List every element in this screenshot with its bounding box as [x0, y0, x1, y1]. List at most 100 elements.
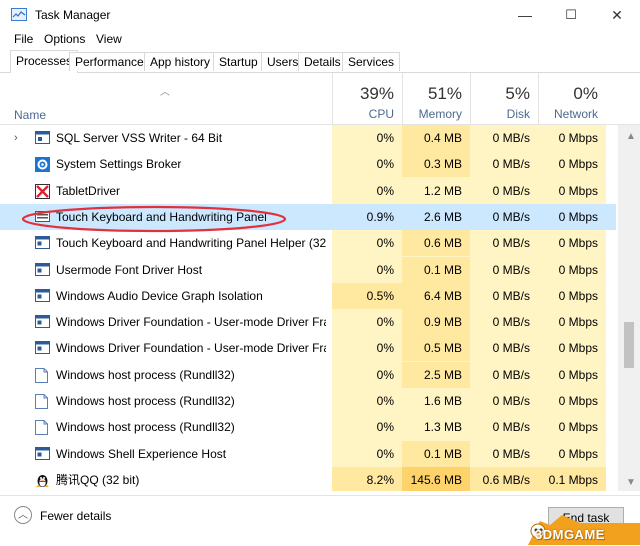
scroll-down-icon[interactable]: ▼: [626, 477, 636, 488]
tab-performance[interactable]: Performance: [69, 52, 150, 71]
process-network-value: 0 Mbps: [558, 183, 598, 198]
process-memory-value: 2.6 MB: [402, 203, 470, 230]
process-row[interactable]: Windows host process (Rundll32) 0% 1.6 MB 0…: [0, 388, 616, 414]
cpu-label: CPU: [368, 107, 394, 121]
close-button[interactable]: ✕: [594, 0, 640, 30]
process-cpu-value: 0%: [376, 394, 394, 408]
process-disk-value: 0 MB/s: [470, 203, 538, 230]
process-memory-value: 6.4 MB: [402, 282, 470, 309]
header-disk[interactable]: 5% Disk: [470, 73, 538, 124]
process-name: Windows host process (Rundll32): [56, 394, 235, 408]
process-disk-value: 0 MB/s: [492, 394, 530, 408]
process-memory-value: 0.4 MB: [402, 125, 470, 151]
process-name: TabletDriver: [56, 183, 121, 198]
process-disk-value: 0 MB/s: [492, 288, 530, 303]
process-memory-value: 0.1 MB: [402, 256, 470, 283]
tab-app-history[interactable]: App history: [144, 52, 217, 71]
process-cpu-value: 0.9%: [332, 203, 402, 230]
process-disk-value: 0 MB/s: [492, 131, 530, 145]
process-cpu-value: 0%: [376, 183, 394, 198]
process-disk-value: 0.6 MB/s: [470, 466, 538, 491]
process-network-value: 0 Mbps: [558, 367, 598, 382]
menu-options[interactable]: Options: [44, 32, 85, 46]
window-icon: [35, 288, 50, 302]
process-cpu-value: 0.5%: [332, 282, 402, 309]
process-network-value: 0 Mbps: [558, 315, 598, 330]
gear-icon: [35, 157, 50, 173]
process-row[interactable]: TabletDriver 0% 1.2 MB 0 MB/s 0 Mbps: [0, 178, 616, 204]
scrollbar-thumb[interactable]: [624, 322, 634, 368]
process-network-value: 0.1 Mbps: [538, 466, 606, 491]
process-memory-value: 0.5 MB: [402, 335, 470, 362]
process-disk-value: 0 MB/s: [492, 236, 530, 251]
watermark-text: 3DMGAME: [535, 527, 605, 542]
minimize-button[interactable]: —: [502, 0, 548, 30]
process-row[interactable]: Windows Shell Experience Host 0% 0.1 MB 0 M…: [0, 440, 616, 467]
disk-total: 5%: [505, 84, 530, 103]
scroll-up-icon[interactable]: ▲: [626, 131, 636, 142]
window-icon: [35, 446, 50, 460]
process-row[interactable]: Windows Audio Device Graph Isolation 0.5%…: [0, 282, 616, 309]
process-disk-value: 0 MB/s: [492, 183, 530, 198]
disk-label: Disk: [506, 107, 530, 121]
process-name: 腾讯QQ (32 bit): [56, 472, 140, 487]
process-row[interactable]: Windows host process (Rundll32) 0% 2.5 MB 0…: [0, 361, 616, 388]
process-disk-value: 0 MB/s: [492, 157, 530, 172]
tablet-driver-icon: [35, 183, 50, 199]
document-icon: [35, 420, 50, 436]
tab-processes[interactable]: Processes: [10, 50, 79, 73]
process-name: Touch Keyboard and Handwriting Panel Hel…: [56, 236, 326, 251]
process-row[interactable]: Windows host process (Rundll32) 0% 1.3 MB 0…: [0, 414, 616, 440]
fewer-details-link[interactable]: Fewer details: [40, 509, 111, 523]
memory-label: Memory: [418, 107, 462, 121]
process-network-value: 0 Mbps: [558, 236, 598, 251]
process-name: SQL Server VSS Writer - 64 Bit: [56, 131, 223, 145]
chevron-up-icon[interactable]: ︿: [14, 506, 32, 524]
menu-file[interactable]: File: [14, 32, 33, 46]
process-row[interactable]: System Settings Broker 0% 0.3 MB 0 MB/s 0 Mb…: [0, 151, 616, 178]
tab-services[interactable]: Services: [342, 52, 401, 71]
header-name[interactable]: Name: [14, 108, 46, 122]
menu-view[interactable]: View: [96, 32, 122, 46]
process-memory-value: 0.9 MB: [402, 309, 470, 336]
process-row[interactable]: › SQL Server VSS Writer - 64 Bit 0% 0.4 MB 0…: [0, 125, 616, 151]
process-disk-value: 0 MB/s: [492, 262, 530, 277]
window-icon: [35, 262, 50, 276]
process-name: Usermode Font Driver Host: [56, 262, 203, 277]
process-row[interactable]: 腾讯QQ (32 bit) 8.2% 145.6 MB 0.6 MB/s 0.1 Mbp…: [0, 466, 616, 491]
tab-startup[interactable]: Startup: [213, 52, 264, 71]
window-icon: [35, 236, 50, 250]
memory-total: 51%: [427, 84, 462, 103]
process-row[interactable]: Windows Driver Foundation - User-mode Dr…: [0, 309, 616, 336]
scrollbar[interactable]: [618, 125, 640, 491]
process-memory-value: 0.6 MB: [402, 230, 470, 257]
process-name: System Settings Broker: [56, 157, 182, 172]
process-memory-value: 1.3 MB: [423, 420, 462, 435]
tab-strip: Processes Performance App history Startu…: [0, 50, 640, 73]
header-cpu[interactable]: 39% CPU: [332, 73, 402, 124]
expand-chevron-icon[interactable]: ›: [14, 125, 18, 151]
process-network-value: 0 Mbps: [558, 420, 598, 435]
network-total: 0%: [573, 84, 598, 103]
document-icon: [35, 367, 50, 383]
header-memory[interactable]: 51% Memory: [402, 73, 470, 124]
process-name: Windows Driver Foundation - User-mode Dr…: [56, 315, 326, 330]
process-network-value: 0 Mbps: [558, 131, 598, 145]
process-network-value: 0 Mbps: [558, 288, 598, 303]
process-row[interactable]: Windows Driver Foundation - User-mode Dr…: [0, 335, 616, 362]
process-disk-value: 0 MB/s: [492, 446, 530, 461]
header-network[interactable]: 0% Network: [538, 73, 606, 124]
sort-caret-icon[interactable]: ︿: [160, 83, 170, 98]
maximize-button[interactable]: ☐: [548, 0, 594, 30]
tab-details[interactable]: Details: [298, 52, 347, 71]
process-row[interactable]: Touch Keyboard and Handwriting Panel Hel…: [0, 230, 616, 257]
process-memory-value: 1.6 MB: [423, 394, 462, 408]
process-disk-value: 0 MB/s: [492, 315, 530, 330]
process-row[interactable]: Usermode Font Driver Host 0% 0.1 MB 0 MB/s 0…: [0, 256, 616, 283]
process-network-value: 0 Mbps: [558, 157, 598, 172]
task-manager-icon: [11, 8, 27, 21]
process-name: Windows Driver Foundation - User-mode Dr…: [56, 341, 326, 356]
process-memory-value: 2.5 MB: [402, 361, 470, 388]
process-cpu-value: 0%: [376, 157, 394, 172]
document-icon: [35, 394, 50, 409]
